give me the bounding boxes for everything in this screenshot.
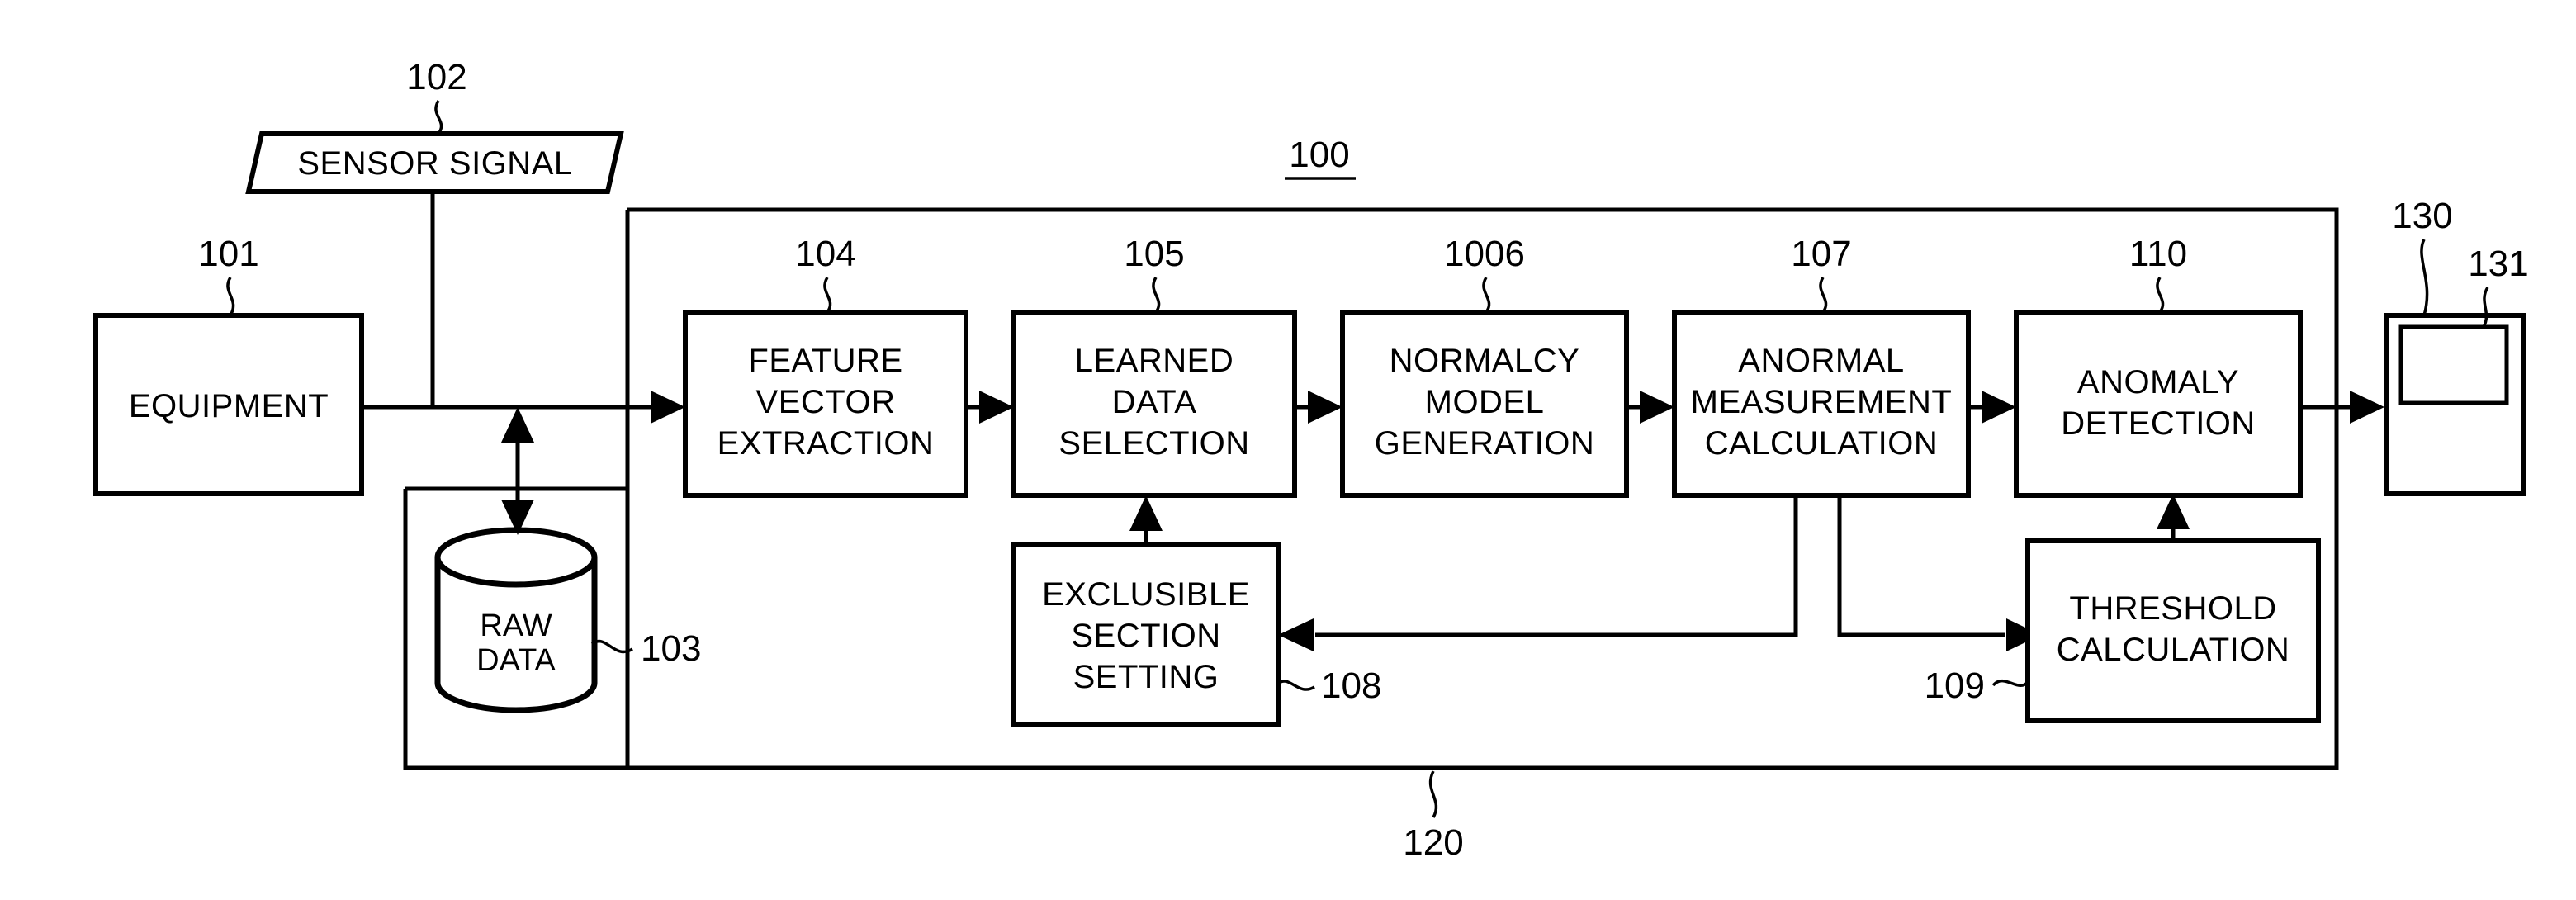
raw-data-label-line1: RAW xyxy=(480,609,552,643)
learned-data-selection-line1: LEARNED xyxy=(1075,343,1234,379)
anomaly-detection-block: ANOMALY DETECTION xyxy=(2014,310,2303,498)
threshold-calculation-block: THRESHOLD CALCULATION xyxy=(2025,538,2321,723)
display-screen-inner xyxy=(2398,324,2509,405)
ref-108-text: 108 xyxy=(1321,666,1381,706)
block-diagram: 100 SENSOR SIGNAL 102 EQUIPMENT 101 RAW … xyxy=(0,0,2576,900)
ref-107-text: 107 xyxy=(1791,234,1851,274)
feature-vector-extraction-line3: EXTRACTION xyxy=(717,425,935,462)
ref-105-text: 105 xyxy=(1124,234,1184,274)
learned-data-selection-block: LEARNED DATA SELECTION xyxy=(1011,310,1297,498)
ref-131-text: 131 xyxy=(2468,244,2528,284)
exclusible-section-setting-line3: SETTING xyxy=(1073,659,1219,695)
anormal-measurement-calculation-line2: MEASUREMENT xyxy=(1691,384,1953,420)
normalcy-model-generation-line1: NORMALCY xyxy=(1390,343,1580,379)
normalcy-model-generation-line2: MODEL xyxy=(1425,384,1545,420)
feature-vector-extraction-line1: FEATURE xyxy=(748,343,902,379)
learned-data-selection-line3: SELECTION xyxy=(1058,425,1249,462)
anormal-measurement-calculation-line1: ANORMAL xyxy=(1738,343,1904,379)
threshold-calculation-line2: CALCULATION xyxy=(2057,632,2290,668)
equipment-block: EQUIPMENT xyxy=(93,313,364,496)
patent-figure-canvas: 100 SENSOR SIGNAL 102 EQUIPMENT 101 RAW … xyxy=(0,0,2576,900)
raw-data-label-line2: DATA xyxy=(476,643,556,678)
system-ref-100: 100 xyxy=(1285,135,1356,180)
feature-vector-extraction-block: FEATURE VECTOR EXTRACTION xyxy=(683,310,968,498)
anormal-measurement-calculation-block: ANORMAL MEASUREMENT CALCULATION xyxy=(1672,310,1971,498)
raw-data-store: RAW DATA xyxy=(434,527,598,713)
feature-vector-extraction-line2: VECTOR xyxy=(756,384,896,420)
sensor-signal-label: SENSOR SIGNAL xyxy=(297,145,572,182)
ref-130-text: 130 xyxy=(2392,196,2452,236)
exclusible-section-setting-line1: EXCLUSIBLE xyxy=(1042,576,1250,613)
display-device-block xyxy=(2384,313,2526,496)
ref-109-text: 109 xyxy=(1925,666,1985,706)
anormal-measurement-calculation-line3: CALCULATION xyxy=(1705,425,1939,462)
ref-110-text: 110 xyxy=(2129,234,2187,274)
system-ref-100-text: 100 xyxy=(1289,135,1349,175)
ref-120-text: 120 xyxy=(1403,822,1463,863)
sensor-signal-node: SENSOR SIGNAL xyxy=(245,131,624,194)
anomaly-detection-box xyxy=(2014,310,2303,498)
ref-101-text: 101 xyxy=(198,234,258,274)
anomaly-detection-line1: ANOMALY xyxy=(2077,364,2239,400)
ref-102-text: 102 xyxy=(406,57,466,97)
ref-103-text: 103 xyxy=(641,628,701,669)
exclusible-section-setting-line2: SECTION xyxy=(1071,618,1220,654)
raw-data-cylinder-top xyxy=(434,527,598,588)
threshold-calculation-line1: THRESHOLD xyxy=(2069,590,2276,627)
threshold-calculation-box xyxy=(2025,538,2321,723)
ref-104-text: 104 xyxy=(795,234,855,274)
exclusible-section-setting-block: EXCLUSIBLE SECTION SETTING xyxy=(1011,542,1281,727)
ref-1006-text: 1006 xyxy=(1444,234,1525,274)
equipment-label: EQUIPMENT xyxy=(129,388,329,424)
normalcy-model-generation-block: NORMALCY MODEL GENERATION xyxy=(1340,310,1629,498)
learned-data-selection-line2: DATA xyxy=(1112,384,1197,420)
anomaly-detection-line2: DETECTION xyxy=(2061,405,2256,442)
normalcy-model-generation-line3: GENERATION xyxy=(1375,425,1595,462)
